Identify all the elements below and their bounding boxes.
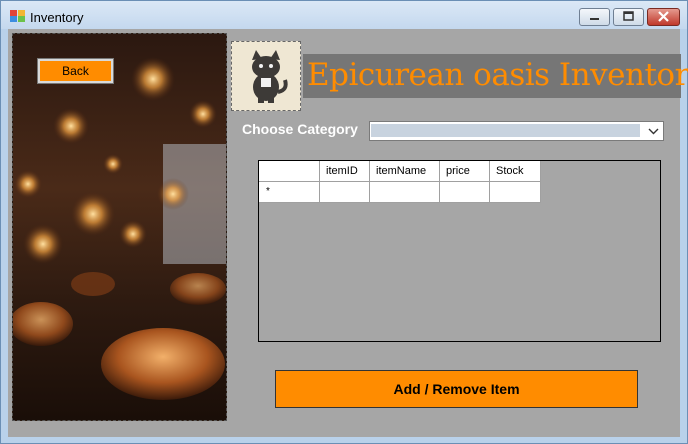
column-header-price[interactable]: price — [440, 161, 490, 182]
back-button[interactable]: Back — [38, 59, 113, 83]
row-header-corner — [259, 161, 320, 182]
column-header-itemname[interactable]: itemName — [370, 161, 440, 182]
category-dropdown[interactable] — [369, 121, 664, 141]
category-selected-value — [371, 124, 640, 137]
inventory-table[interactable]: itemID itemName price Stock * — [258, 160, 661, 342]
restaurant-background-image: Back — [12, 33, 227, 421]
window-title: Inventory — [30, 10, 84, 25]
title-bar[interactable]: Inventory — [1, 1, 687, 29]
app-icon — [10, 10, 25, 22]
column-header-stock[interactable]: Stock — [490, 161, 541, 182]
title-banner: Epicurean oasis Inventory — [303, 54, 688, 98]
minimize-button[interactable] — [579, 8, 610, 26]
add-remove-item-button[interactable]: Add / Remove Item — [275, 370, 638, 408]
maximize-button[interactable] — [613, 8, 644, 26]
new-row-cell-price[interactable] — [440, 182, 490, 203]
restaurant-photo — [13, 34, 226, 420]
cat-icon — [252, 50, 288, 103]
new-row-cell-stock[interactable] — [490, 182, 541, 203]
inventory-window: Inventory Back Epicurean oasis Inventory… — [0, 0, 688, 444]
new-row-cell-itemid[interactable] — [320, 182, 370, 203]
minimize-icon — [590, 18, 599, 20]
close-icon — [658, 11, 669, 22]
maximize-icon — [623, 11, 634, 21]
new-row-cell-itemname[interactable] — [370, 182, 440, 203]
column-header-itemid[interactable]: itemID — [320, 161, 370, 182]
new-row-header[interactable]: * — [259, 182, 320, 203]
dropdown-arrow[interactable] — [644, 122, 663, 140]
close-button[interactable] — [647, 8, 680, 26]
logo-box — [231, 41, 301, 111]
chevron-down-icon — [648, 128, 659, 134]
choose-category-label: Choose Category — [242, 121, 358, 137]
page-title: Epicurean oasis Inventory — [307, 57, 688, 93]
form-client-area: Back Epicurean oasis Inventory Choose Ca… — [8, 29, 688, 437]
